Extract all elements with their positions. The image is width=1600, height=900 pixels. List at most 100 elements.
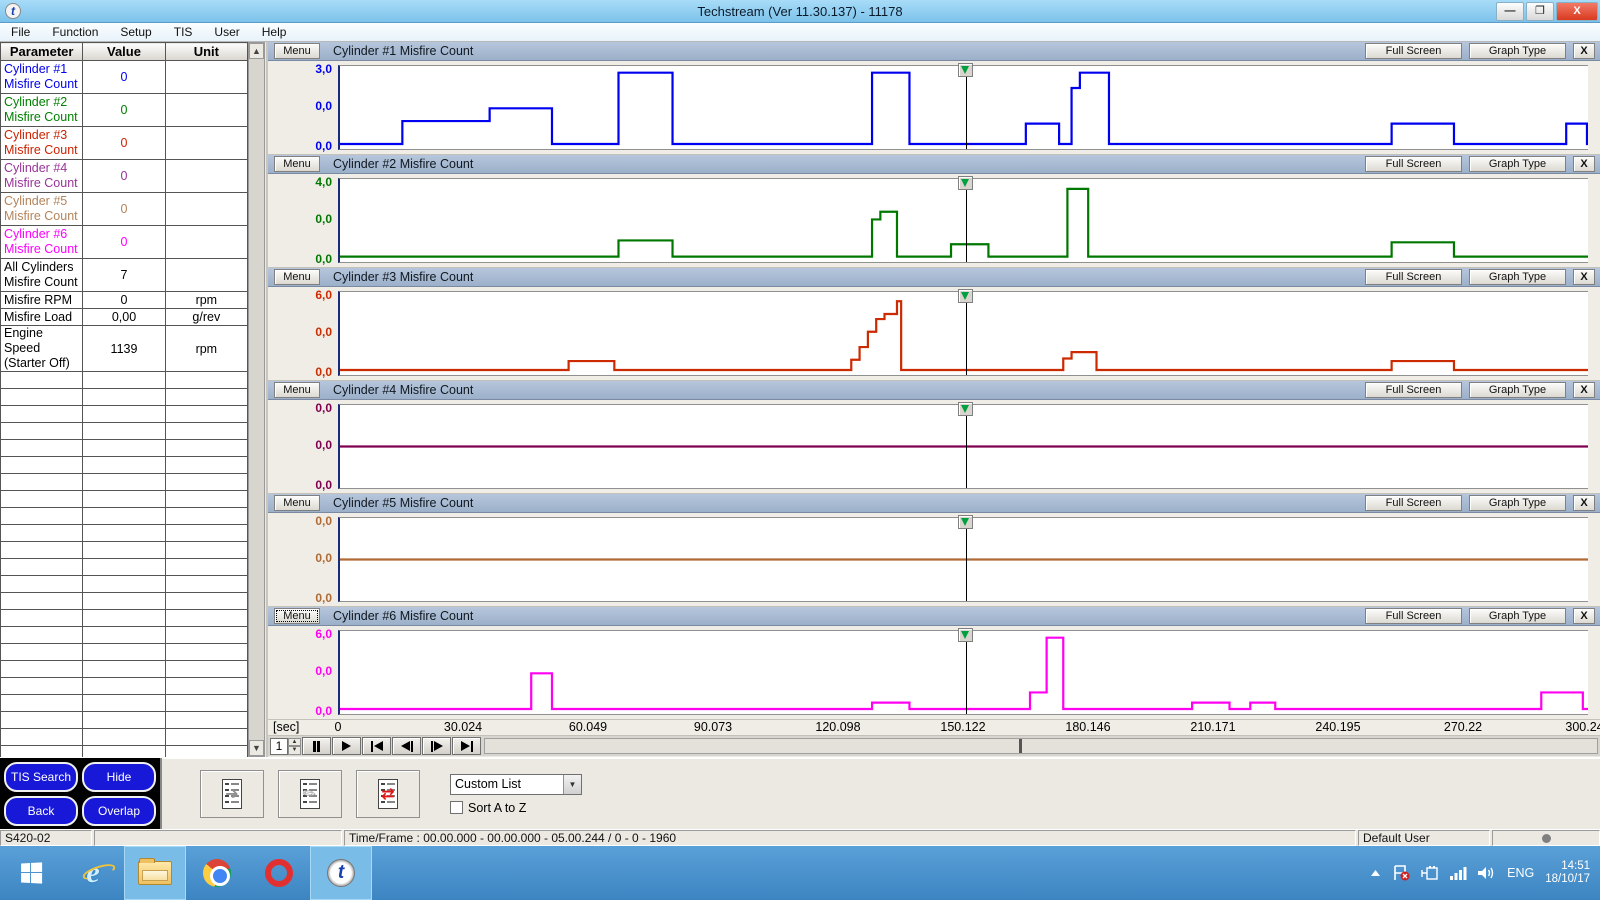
graph-menu-button[interactable]: Menu: [274, 269, 320, 285]
action-center-flag-icon[interactable]: [1392, 865, 1410, 881]
list-select[interactable]: Custom List ▼: [450, 774, 582, 795]
frame-stepper[interactable]: 1 ▲ ▼: [270, 738, 301, 755]
menu-item-file[interactable]: File: [0, 24, 41, 40]
hide-button[interactable]: Hide: [82, 762, 156, 792]
arrow-overlay-icon: ➔: [225, 784, 238, 804]
param-value: 7: [83, 259, 165, 292]
status-user: Default User: [1358, 830, 1490, 846]
tis-search-button[interactable]: TIS Search: [4, 762, 78, 792]
step-forward-button[interactable]: [422, 737, 451, 755]
graph-type-button[interactable]: Graph Type: [1469, 269, 1566, 285]
frame-down-icon[interactable]: ▼: [288, 746, 301, 755]
full-screen-button[interactable]: Full Screen: [1365, 43, 1462, 59]
seek-thumb[interactable]: [1019, 739, 1022, 753]
table-row[interactable]: Misfire Load0,00g/rev: [1, 309, 248, 326]
graph-plot[interactable]: [338, 65, 1588, 150]
language-indicator[interactable]: ENG: [1507, 866, 1534, 880]
scroll-down-icon[interactable]: ▼: [249, 740, 264, 756]
cursor-marker-icon[interactable]: [958, 176, 973, 190]
graph-menu-button[interactable]: Menu: [274, 43, 320, 59]
chevron-down-icon[interactable]: ▼: [563, 775, 581, 794]
graph-plot[interactable]: [338, 517, 1588, 602]
cursor-marker-icon[interactable]: [958, 402, 973, 416]
list-view-button[interactable]: ➔: [200, 770, 264, 818]
menu-item-help[interactable]: Help: [251, 24, 298, 40]
overlap-button[interactable]: Overlap: [82, 796, 156, 826]
cursor-marker-icon[interactable]: [958, 515, 973, 529]
volume-icon[interactable]: [1478, 866, 1496, 880]
y-label-mid: 0,0: [315, 551, 332, 565]
graph-type-button[interactable]: Graph Type: [1469, 156, 1566, 172]
network-signal-icon[interactable]: [1450, 867, 1467, 880]
graph-menu-button[interactable]: Menu: [274, 382, 320, 398]
menu-item-user[interactable]: User: [203, 24, 250, 40]
menu-item-function[interactable]: Function: [41, 24, 109, 40]
graph-type-button[interactable]: Graph Type: [1469, 382, 1566, 398]
graph-type-button[interactable]: Graph Type: [1469, 43, 1566, 59]
col-header-unit[interactable]: Unit: [165, 43, 247, 61]
restore-button[interactable]: ❐: [1526, 2, 1554, 21]
graph-close-button[interactable]: X: [1573, 269, 1595, 285]
graph-close-button[interactable]: X: [1573, 156, 1595, 172]
graph-close-button[interactable]: X: [1573, 495, 1595, 511]
record-list-button[interactable]: ✎: [278, 770, 342, 818]
full-screen-button[interactable]: Full Screen: [1365, 269, 1462, 285]
graph-plot[interactable]: [338, 178, 1588, 263]
menu-item-setup[interactable]: Setup: [109, 24, 162, 40]
skip-start-button[interactable]: [362, 737, 391, 755]
table-row[interactable]: Cylinder #4 Misfire Count0: [1, 160, 248, 193]
minimize-button[interactable]: —: [1496, 2, 1524, 21]
clock[interactable]: 14:51 18/10/17: [1545, 860, 1590, 886]
graph-menu-button[interactable]: Menu: [274, 608, 320, 624]
full-screen-button[interactable]: Full Screen: [1365, 495, 1462, 511]
battery-power-icon[interactable]: [1421, 866, 1439, 880]
table-row[interactable]: Misfire RPM0rpm: [1, 292, 248, 309]
graph-type-button[interactable]: Graph Type: [1469, 495, 1566, 511]
graph-plot[interactable]: [338, 630, 1588, 715]
full-screen-button[interactable]: Full Screen: [1365, 382, 1462, 398]
full-screen-button[interactable]: Full Screen: [1365, 608, 1462, 624]
sort-checkbox[interactable]: [450, 801, 463, 814]
cursor-marker-icon[interactable]: [958, 289, 973, 303]
taskbar-chrome[interactable]: [186, 846, 248, 900]
table-scrollbar[interactable]: ▲ ▼: [248, 42, 265, 757]
cursor-marker-icon[interactable]: [958, 63, 973, 77]
pause-button[interactable]: [302, 737, 331, 755]
taskbar-opera[interactable]: [248, 846, 310, 900]
back-button[interactable]: Back: [4, 796, 78, 826]
table-row[interactable]: Cylinder #5 Misfire Count0: [1, 193, 248, 226]
tray-expand-icon[interactable]: [1370, 869, 1381, 877]
taskbar-ie[interactable]: e: [62, 846, 124, 900]
graph-close-button[interactable]: X: [1573, 608, 1595, 624]
col-header-value[interactable]: Value: [83, 43, 165, 61]
taskbar-explorer[interactable]: [124, 846, 186, 900]
play-button[interactable]: [332, 737, 361, 755]
start-button[interactable]: [0, 846, 62, 900]
frame-up-icon[interactable]: ▲: [288, 738, 301, 747]
cursor-marker-icon[interactable]: [958, 628, 973, 642]
frame-value[interactable]: 1: [270, 738, 288, 755]
table-row[interactable]: Cylinder #6 Misfire Count0: [1, 226, 248, 259]
skip-end-button[interactable]: [452, 737, 481, 755]
seek-scrollbar[interactable]: [484, 738, 1598, 754]
graph-menu-button[interactable]: Menu: [274, 495, 320, 511]
swap-list-button[interactable]: ⇄: [356, 770, 420, 818]
table-row[interactable]: Cylinder #1 Misfire Count0: [1, 61, 248, 94]
table-row[interactable]: Engine Speed (Starter Off)1139rpm: [1, 326, 248, 372]
graph-menu-button[interactable]: Menu: [274, 156, 320, 172]
graph-close-button[interactable]: X: [1573, 382, 1595, 398]
graph-type-button[interactable]: Graph Type: [1469, 608, 1566, 624]
step-back-button[interactable]: [392, 737, 421, 755]
taskbar-techstream[interactable]: t: [310, 846, 372, 900]
full-screen-button[interactable]: Full Screen: [1365, 156, 1462, 172]
close-button[interactable]: X: [1556, 2, 1598, 21]
table-row[interactable]: Cylinder #2 Misfire Count0: [1, 94, 248, 127]
table-row[interactable]: Cylinder #3 Misfire Count0: [1, 127, 248, 160]
table-row[interactable]: All Cylinders Misfire Count7: [1, 259, 248, 292]
menu-item-tis[interactable]: TIS: [163, 24, 204, 40]
graph-plot[interactable]: [338, 291, 1588, 376]
scroll-up-icon[interactable]: ▲: [249, 43, 264, 59]
graph-close-button[interactable]: X: [1573, 43, 1595, 59]
graph-plot[interactable]: [338, 404, 1588, 489]
col-header-parameter[interactable]: Parameter: [1, 43, 83, 61]
